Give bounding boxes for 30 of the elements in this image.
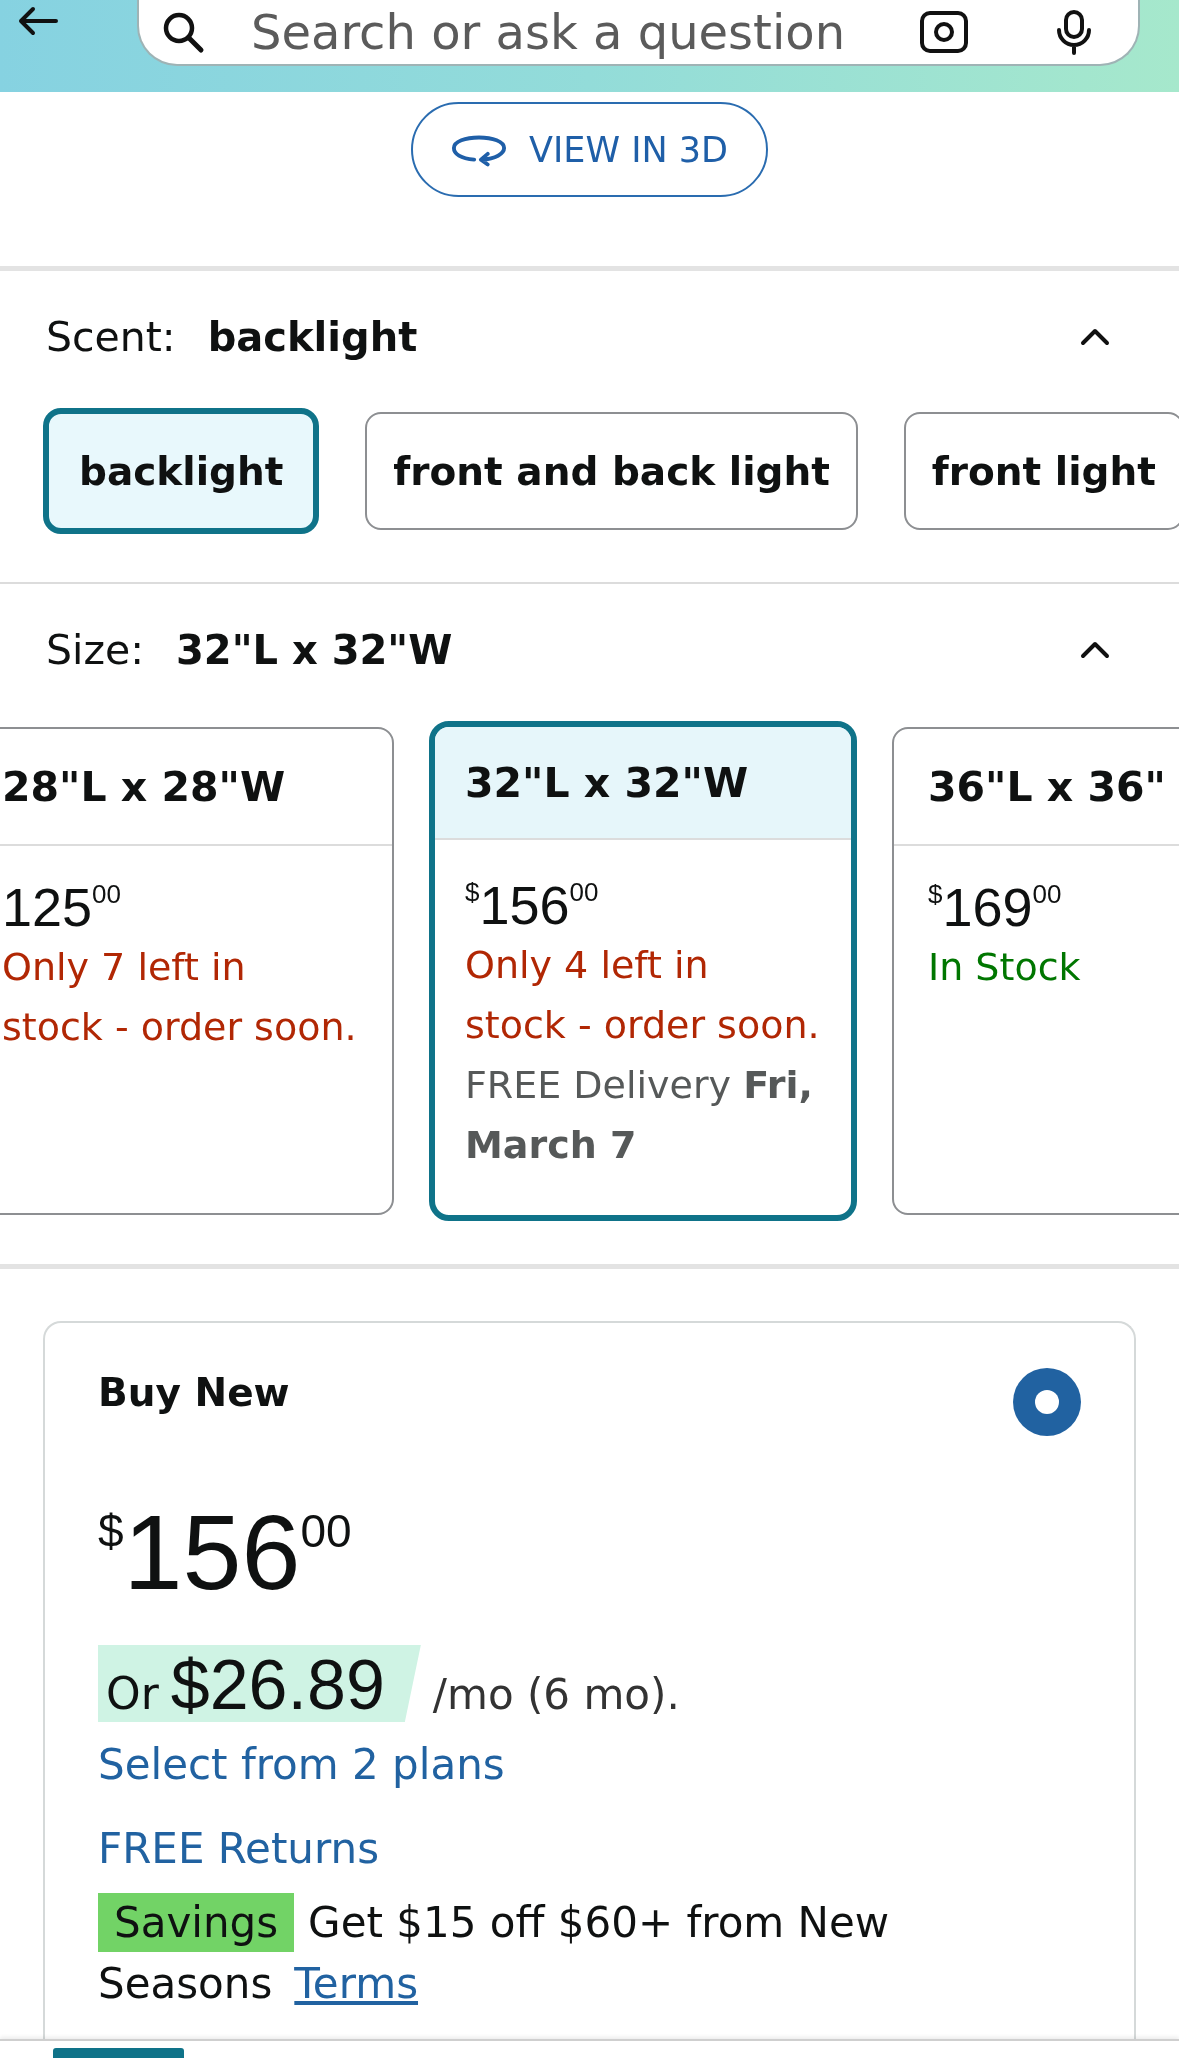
chevron-up-icon[interactable] xyxy=(1080,327,1110,347)
delivery-info: FREE Delivery Fri, March 7 xyxy=(465,1062,814,1169)
option-label: Size: xyxy=(46,626,144,674)
savings-badge: Savings xyxy=(98,1893,295,1952)
monthly-price: Or $26.89 xyxy=(98,1645,421,1722)
selected-option-value: backlight xyxy=(207,314,418,360)
returns-link[interactable]: FREE Returns xyxy=(98,1822,380,1876)
option-chip[interactable]: front and back light xyxy=(365,412,858,530)
radio-button[interactable] xyxy=(1013,1368,1081,1436)
stock-status: Only 7 left in stock - order soon. xyxy=(2,944,358,1051)
payment-term: /mo (6 mo). xyxy=(432,1670,680,1719)
stock-status: Only 4 left in stock - order soon. xyxy=(465,942,821,1049)
size-label: 32"L x 32"W xyxy=(435,727,851,840)
back-arrow-icon[interactable] xyxy=(16,6,58,36)
option-chip[interactable]: front light xyxy=(903,412,1179,530)
size-label: 36"L x 36" xyxy=(894,729,1179,846)
terms-link[interactable]: Terms xyxy=(294,1959,418,2008)
option-chip[interactable]: backlight xyxy=(43,408,320,534)
option-label: Scent: xyxy=(46,313,176,361)
savings-offer: Savings Get $15 off $60+ from New Seasons Terms xyxy=(98,1892,998,2014)
selected-option-value: 32"L x 32"W xyxy=(176,627,453,673)
stock-status: In Stock xyxy=(928,944,1082,991)
camera-icon[interactable] xyxy=(919,10,969,54)
plans-link[interactable]: Select from 2 plans xyxy=(98,1738,505,1792)
view-in-3d-button[interactable]: VIEW IN 3D xyxy=(411,102,768,197)
search-icon[interactable] xyxy=(161,10,205,54)
size-label: 28"L x 28"W xyxy=(0,729,392,846)
chevron-up-icon[interactable] xyxy=(1080,640,1110,660)
buy-option-title: Buy New xyxy=(98,1369,290,1417)
search-field[interactable]: Search or ask a question xyxy=(137,0,1140,66)
